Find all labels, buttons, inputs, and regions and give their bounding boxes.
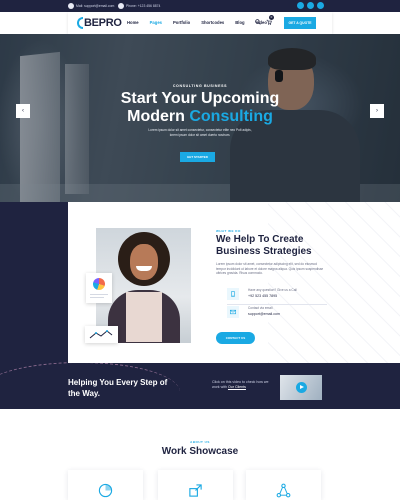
video-thumbnail[interactable]: [280, 375, 322, 400]
about-title-line2: Business Strategies: [216, 246, 312, 257]
play-icon[interactable]: [296, 382, 307, 393]
photo-person-face: [130, 244, 158, 280]
hero-title-plain: Modern: [127, 108, 185, 125]
photo-person-smile: [136, 266, 152, 271]
cart-count-badge: 0: [269, 15, 274, 20]
nav-item-home[interactable]: Home: [127, 20, 139, 25]
linkedin-icon[interactable]: [317, 2, 324, 9]
photo-person-shirt: [126, 292, 162, 342]
hero-description: Lorem ipsum dolor sit amet consectetur, …: [148, 128, 252, 137]
floating-line-card: [85, 326, 118, 343]
line-graph-icon: [89, 330, 113, 339]
chart-pie-icon: [98, 483, 113, 498]
topbar-email-text: Mail: support@email.com: [76, 4, 115, 8]
topbar-phone[interactable]: Phone: +123 456 8874: [118, 2, 160, 10]
phone-icon: [118, 3, 124, 9]
get-started-button[interactable]: GET STARTED: [180, 152, 215, 162]
contact-phone-value: +92 523 455 7895: [248, 294, 278, 298]
logo-text: BEPRO: [84, 17, 122, 29]
hero-title-line1: Start Your Upcoming: [120, 90, 280, 107]
nav-item-blog[interactable]: Blog: [235, 20, 244, 25]
contact-us-button[interactable]: CONTACT US: [216, 332, 255, 344]
expand-arrows-icon: [189, 484, 202, 497]
help-text: Click on this video to check how we work…: [212, 380, 277, 390]
contact-email-value: support@email.com: [248, 312, 281, 316]
card-text-line: [90, 294, 108, 295]
about-tag: WHAT WE DO: [216, 229, 241, 233]
work-title: Work Showcase: [161, 446, 239, 457]
topbar-phone-text: Phone: +123 456 8874: [126, 4, 161, 8]
search-icon[interactable]: [255, 19, 261, 25]
card-text-line: [90, 297, 104, 298]
hero-title-line2: Modern Consulting: [0, 108, 400, 126]
slider-next-arrow-icon[interactable]: ›: [370, 104, 384, 118]
main-nav: Home Pages Portfolio Shortcodes Blog Vid…: [127, 20, 267, 25]
site-header: BEPRO Home Pages Portfolio Shortcodes Bl…: [68, 12, 332, 34]
topbar-email[interactable]: Mail: support@email.com: [68, 2, 114, 10]
slider-prev-arrow-icon[interactable]: ‹: [16, 104, 30, 118]
contact-email[interactable]: Contact via email support@email.com: [227, 304, 337, 322]
mail-icon: [68, 3, 74, 9]
twitter-icon[interactable]: [307, 2, 314, 9]
mail-icon-box: [227, 306, 239, 318]
facebook-icon[interactable]: [297, 2, 304, 9]
hero-title-accent: Consulting: [189, 108, 273, 125]
floating-pie-card: [86, 273, 112, 303]
pie-chart-icon: [93, 278, 105, 290]
logo[interactable]: BEPRO: [77, 16, 122, 30]
phone-icon: [231, 291, 235, 297]
mail-icon: [230, 309, 236, 315]
about-card-pattern: [268, 202, 400, 363]
help-title-line2: the Way.: [68, 389, 101, 398]
nav-item-pages[interactable]: Pages: [150, 20, 162, 25]
about-title-line1: We Help To Create: [216, 234, 304, 245]
help-title-line1: Helping You Every Step of: [68, 378, 168, 387]
phone-icon-box: [227, 288, 239, 300]
nav-item-shortcodes[interactable]: Shortcodes: [201, 20, 224, 25]
contact-phone-label: Have any question? Give us a Call: [248, 288, 297, 292]
logo-mark-icon: [77, 17, 83, 29]
nav-item-portfolio[interactable]: Portfolio: [173, 20, 190, 25]
get-a-quote-button[interactable]: GET A QUOTE: [284, 17, 316, 29]
our-clients-link[interactable]: Our Clients: [228, 385, 246, 389]
hero-subtitle: CONSULTING BUSINESS: [172, 84, 228, 88]
network-icon: [276, 483, 291, 498]
top-bar: Mail: support@email.com Phone: +123 456 …: [0, 0, 400, 12]
contact-phone[interactable]: Have any question? Give us a Call +92 52…: [227, 286, 337, 304]
work-tag: ABOUT US: [190, 440, 210, 444]
about-text: Lorem ipsum dolor sit amet, consectetur …: [216, 262, 324, 276]
contact-email-label: Contact via email: [248, 306, 273, 310]
